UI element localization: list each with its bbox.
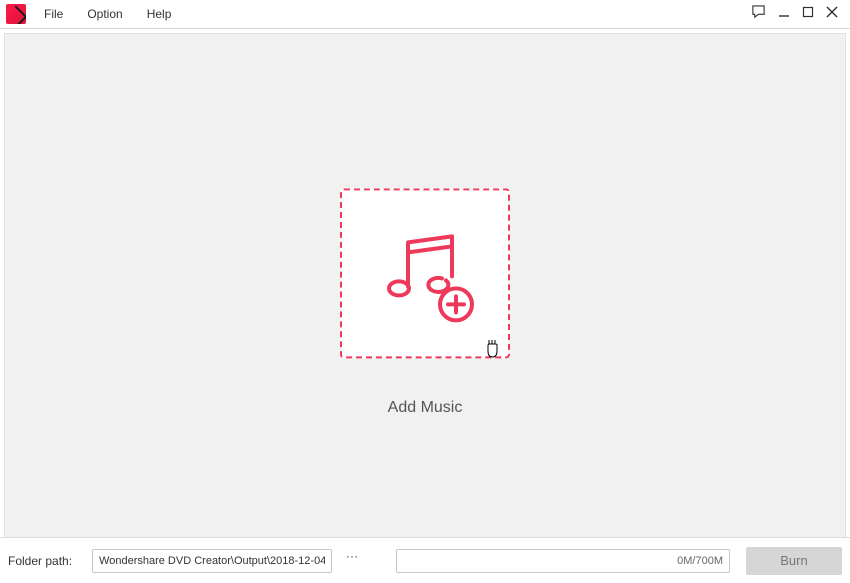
app-logo-icon [6,4,26,24]
burn-button[interactable]: Burn [746,547,842,575]
menu-bar: File Option Help [0,0,850,29]
bottom-bar: Folder path: ··· 0M/700M Burn [0,537,850,583]
music-plus-icon [370,216,480,331]
menu-file[interactable]: File [32,7,75,21]
browse-folder-button[interactable]: ··· [342,549,362,573]
folder-path-input[interactable] [92,549,332,573]
add-music-dropzone[interactable] [340,188,510,358]
maximize-icon[interactable] [802,5,814,23]
close-icon[interactable] [826,5,838,23]
feedback-icon[interactable] [751,4,766,24]
menu-option[interactable]: Option [75,7,134,21]
minimize-icon[interactable] [778,5,790,23]
menu-help[interactable]: Help [135,7,184,21]
folder-path-label: Folder path: [8,554,72,568]
add-music-label: Add Music [388,399,463,417]
workspace: Add Music [4,33,846,541]
size-progress-bar: 0M/700M [396,549,730,573]
size-progress-text: 0M/700M [677,555,723,567]
window-controls [751,4,846,24]
menu-items: File Option Help [32,7,183,21]
